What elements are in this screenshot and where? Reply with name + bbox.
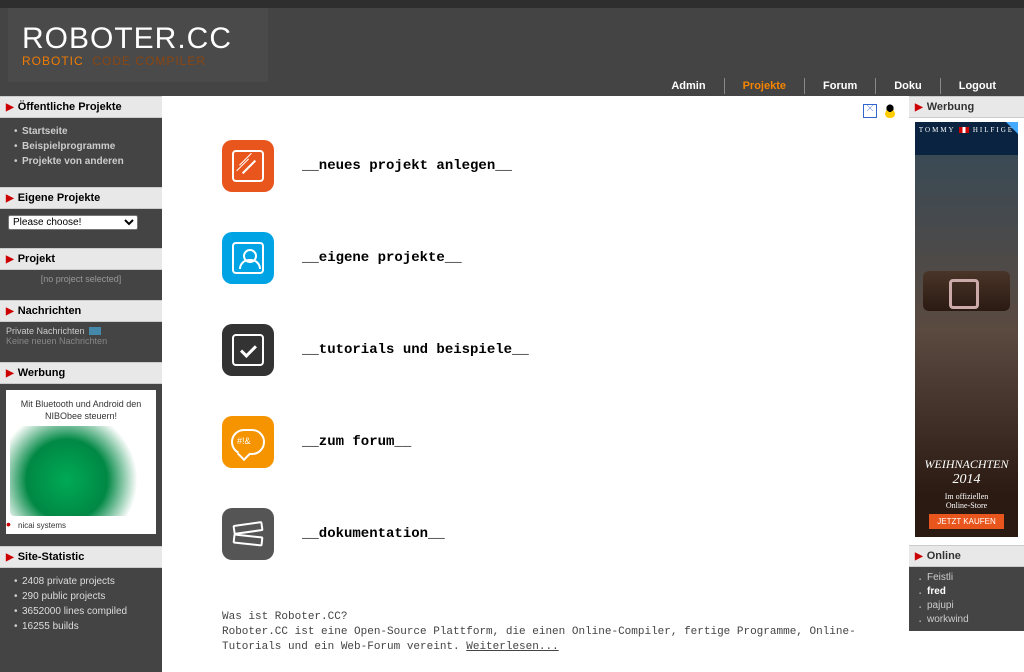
hub-tutorials[interactable]: __tutorials und beispiele__	[302, 342, 529, 358]
new-project-icon[interactable]	[222, 140, 274, 192]
nav-doku[interactable]: Doku	[875, 78, 940, 94]
mail-icon[interactable]	[863, 104, 877, 118]
top-nav: Admin Projekte Forum Doku Logout	[653, 78, 1014, 94]
sb-stats-head: ▶Site-Statistic	[0, 546, 162, 568]
hub-own-projects[interactable]: __eigene projekte__	[302, 250, 462, 266]
nav-logout[interactable]: Logout	[940, 78, 1014, 94]
rb-online-head: ▶Online	[909, 545, 1024, 567]
sb-own-head: ▶Eigene Projekte	[0, 187, 162, 209]
sb-project: ▶Projekt [no project selected]	[0, 248, 162, 288]
stat-row: 16255 builds	[14, 619, 154, 634]
hub-new-project[interactable]: __neues projekt anlegen__	[302, 158, 512, 174]
stats-list: 2408 private projects 290 public project…	[14, 574, 154, 634]
tutorials-icon[interactable]	[222, 324, 274, 376]
sidebar-item-beispiele[interactable]: Beispielprogramme	[22, 141, 115, 152]
tux-icon[interactable]	[883, 104, 897, 118]
online-user[interactable]: Feistli	[921, 571, 1018, 585]
forum-icon[interactable]	[222, 416, 274, 468]
hub-forum[interactable]: __zum forum__	[302, 434, 411, 450]
hub-documentation[interactable]: __dokumentation__	[302, 526, 445, 542]
nav-forum[interactable]: Forum	[804, 78, 875, 94]
sidebar-item-startseite[interactable]: Startseite	[22, 126, 68, 137]
documentation-icon[interactable]	[222, 508, 274, 560]
sidebar-item-andere[interactable]: Projekte von anderen	[22, 156, 124, 167]
private-messages-link[interactable]: Private Nachrichten	[6, 326, 156, 336]
ad-belt-image	[923, 271, 1010, 311]
online-user[interactable]: fred	[921, 585, 1018, 599]
sb-public-list: Startseite Beispielprogramme Projekte vo…	[14, 124, 154, 169]
ad-board-image	[10, 426, 152, 516]
sb-stats: ▶Site-Statistic 2408 private projects 29…	[0, 546, 162, 640]
sb-ads-head: ▶Werbung	[0, 362, 162, 384]
envelope-icon	[89, 327, 101, 335]
sb-project-head: ▶Projekt	[0, 248, 162, 270]
own-projects-icon[interactable]	[222, 232, 274, 284]
no-project-selected-label: [no project selected]	[0, 270, 162, 288]
online-user[interactable]: pajupi	[921, 599, 1018, 613]
ad-buy-button[interactable]: JETZT KAUFEN	[929, 514, 1004, 529]
sb-messages-head: ▶Nachrichten	[0, 300, 162, 322]
flag-icon	[959, 127, 969, 133]
site-header: ROBOTER.CC ROBOTIC CODE COMPILER Admin P…	[0, 8, 1024, 96]
sb-ads: ▶Werbung Mit Bluetooth und Android den N…	[0, 362, 162, 534]
online-users-list: Feistli fred pajupi workwind	[909, 567, 1024, 631]
sb-own-projects: ▶Eigene Projekte Please choose!	[0, 187, 162, 236]
sb-messages: ▶Nachrichten Private Nachrichten Keine n…	[0, 300, 162, 350]
online-user[interactable]: workwind	[921, 613, 1018, 627]
stat-row: 3652000 lines compiled	[14, 604, 154, 619]
about-text: Was ist Roboter.CC? Roboter.CC ist eine …	[162, 610, 909, 665]
own-project-select[interactable]: Please choose!	[8, 215, 138, 230]
left-sidebar: ▶Öffentliche Projekte Startseite Beispie…	[0, 96, 162, 672]
stat-row: 2408 private projects	[14, 574, 154, 589]
sidebar-ad[interactable]: Mit Bluetooth und Android den NIBObee st…	[6, 390, 156, 534]
right-ad-banner[interactable]: TOMMY HILFIGE WEIHNACHTEN 2014 Im offizi…	[915, 122, 1018, 537]
right-sidebar: ▶Werbung TOMMY HILFIGE WEIHNACHTEN 2014 …	[909, 96, 1024, 672]
main-content: __neues projekt anlegen__ __eigene proje…	[162, 96, 909, 672]
stat-row: 290 public projects	[14, 589, 154, 604]
rb-ads-head: ▶Werbung	[909, 96, 1024, 118]
read-more-link[interactable]: Weiterlesen...	[466, 641, 558, 653]
logo-subtitle: ROBOTIC CODE COMPILER	[22, 54, 252, 68]
logo[interactable]: ROBOTER.CC ROBOTIC CODE COMPILER	[8, 8, 268, 82]
no-new-messages-label: Keine neuen Nachrichten	[6, 336, 156, 346]
sb-public-projects: ▶Öffentliche Projekte Startseite Beispie…	[0, 96, 162, 175]
sb-public-head: ▶Öffentliche Projekte	[0, 96, 162, 118]
nav-projekte[interactable]: Projekte	[724, 78, 804, 94]
nav-admin[interactable]: Admin	[653, 78, 723, 94]
logo-title: ROBOTER.CC	[22, 22, 252, 56]
